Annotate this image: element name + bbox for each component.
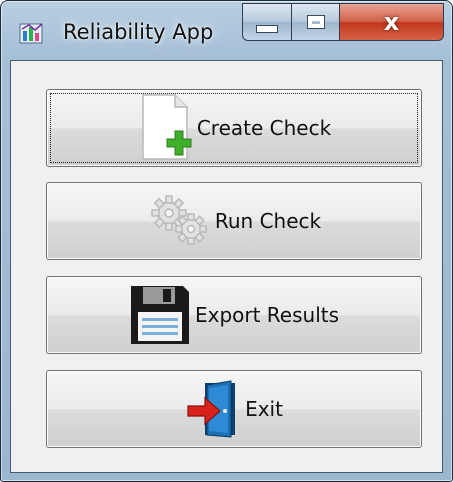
caption-buttons: x [242,3,444,41]
minimize-icon [256,25,278,33]
run-check-label: Run Check [214,209,322,233]
window-title: Reliability App [63,20,214,44]
client-area: Create Check Run Check Export Results Ex… [10,60,443,473]
export-results-button[interactable]: Export Results [46,276,422,354]
exit-content: Exit [185,379,283,439]
floppy-disk-icon [130,286,189,344]
maximize-button[interactable] [292,3,340,41]
create-check-content: Create Check [137,93,331,163]
title-bar[interactable]: Reliability App x [1,1,452,59]
app-icon [19,23,43,44]
create-check-button[interactable]: Create Check [46,89,422,167]
minimize-button[interactable] [242,3,292,41]
gears-icon [151,195,207,245]
exit-label: Exit [245,397,283,421]
new-document-plus-icon [142,94,192,160]
door-exit-icon [187,380,236,438]
close-button[interactable]: x [340,3,444,41]
run-check-content: Run Check [147,193,321,249]
maximize-icon [307,16,324,28]
close-icon: x [383,8,400,36]
exit-button[interactable]: Exit [46,370,422,448]
export-results-content: Export Results [129,284,339,346]
create-check-label: Create Check [196,116,332,140]
export-results-label: Export Results [194,303,340,327]
app-window: Reliability App x Create Check Run Check… [0,0,453,482]
run-check-button[interactable]: Run Check [46,182,422,260]
